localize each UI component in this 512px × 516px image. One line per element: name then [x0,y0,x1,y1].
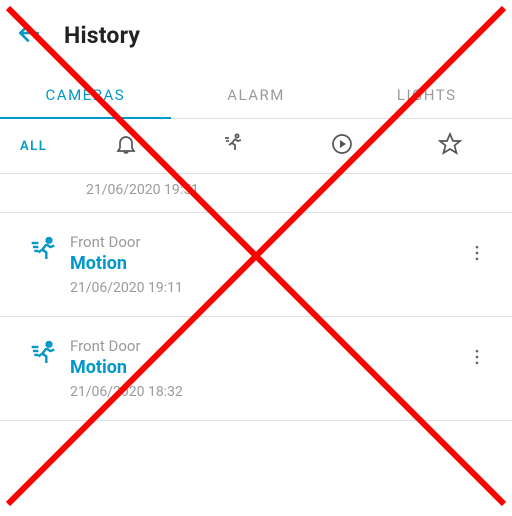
tab-label: CAMERAS [46,86,126,104]
arrow-left-icon [16,20,42,50]
filter-clip[interactable] [327,131,357,161]
event-type: Motion [70,357,462,378]
event-item-fragment[interactable]: 21/06/2020 19:51 [0,174,512,213]
page-title: History [64,22,140,49]
event-timestamp: 21/06/2020 19:51 [86,182,492,198]
tab-cameras[interactable]: CAMERAS [0,72,171,118]
running-person-icon [29,235,61,271]
filter-motion[interactable] [219,131,249,161]
event-body: Front Door Motion 21/06/2020 19:11 [70,233,462,296]
play-circle-icon [330,132,354,160]
cross-icon [0,497,512,516]
tab-lights[interactable]: LIGHTS [341,72,512,118]
tab-alarm[interactable]: ALARM [171,72,342,118]
back-button[interactable] [12,18,46,52]
event-icon [20,337,70,375]
tab-label: LIGHTS [397,86,457,104]
event-item[interactable]: Front Door Motion 21/06/2020 18:32 [0,317,512,421]
event-more-button[interactable] [462,337,492,371]
event-icon [20,233,70,271]
running-person-icon [29,339,61,375]
event-timestamp: 21/06/2020 18:32 [70,384,462,400]
running-person-icon [222,132,246,160]
event-type: Motion [70,253,462,274]
event-item[interactable]: Front Door Motion 21/06/2020 19:11 [0,213,512,317]
filter-favorite[interactable] [435,131,465,161]
bell-icon [114,132,138,160]
event-device: Front Door [70,337,462,355]
app-bar: History [0,0,512,62]
filter-bell[interactable] [111,131,141,161]
filter-icons [72,131,504,161]
tab-label: ALARM [227,86,285,104]
event-timestamp: 21/06/2020 19:11 [70,280,462,296]
star-icon [438,132,462,160]
filter-bar: ALL [0,119,512,174]
tabs: CAMERAS ALARM LIGHTS [0,72,512,119]
more-vertical-icon [467,243,487,267]
event-body: Front Door Motion 21/06/2020 18:32 [70,337,462,400]
event-list: 21/06/2020 19:51 Front Door Motion 21/06… [0,174,512,421]
event-device: Front Door [70,233,462,251]
event-more-button[interactable] [462,233,492,267]
filter-all[interactable]: ALL [20,139,72,154]
more-vertical-icon [467,347,487,371]
